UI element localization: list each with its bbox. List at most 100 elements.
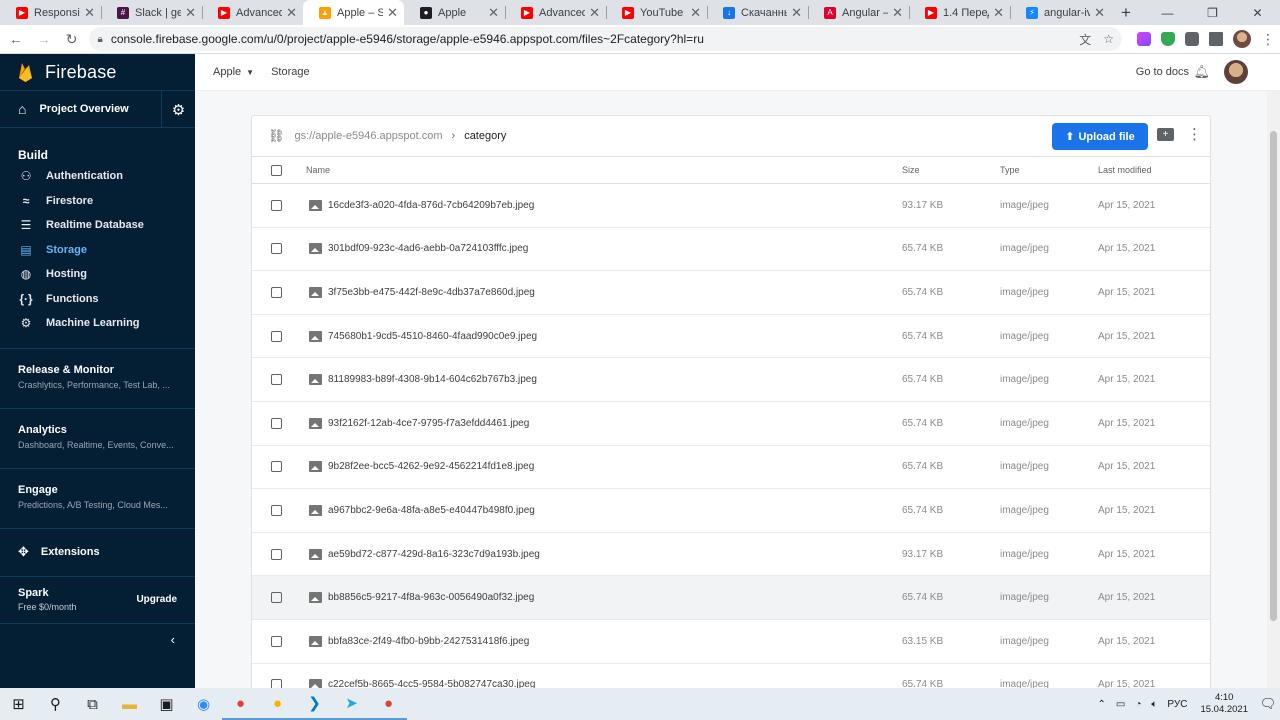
browser-tab[interactable]: ● Apple ✕ xyxy=(404,0,505,25)
sidebar-item-storage[interactable]: ▤ Storage xyxy=(18,238,177,263)
scrollbar-thumb[interactable] xyxy=(1270,131,1277,621)
volume-icon[interactable]: 🔈︎ xyxy=(1151,699,1157,710)
browser-tab[interactable]: ▲ Apple – Stor✕ xyxy=(303,0,404,25)
file-name-cell[interactable]: 3f75e3bb-e475-442f-8e9c-4db37a7e860d.jpe… xyxy=(309,286,535,298)
table-row[interactable]: 301bdf09-923c-4ad6-aebb-0a724103fffc.jpe… xyxy=(252,228,1210,272)
row-checkbox[interactable] xyxy=(271,417,282,429)
chrome-icon[interactable]: ● xyxy=(222,688,259,720)
column-modified[interactable]: Last modified xyxy=(1098,165,1152,175)
tab-close-icon[interactable]: ✕ xyxy=(286,5,297,21)
profile-avatar[interactable] xyxy=(1233,30,1252,48)
telegram-icon[interactable]: ➤ xyxy=(333,688,370,720)
search-icon[interactable]: ⚲ xyxy=(37,688,74,720)
row-checkbox[interactable] xyxy=(271,374,282,386)
network-icon[interactable]: ◔ xyxy=(1135,699,1141,710)
reload-icon[interactable]: ↻ xyxy=(60,27,84,51)
sidebar-item-authentication[interactable]: ⚇ Authentication xyxy=(18,164,177,189)
row-checkbox[interactable] xyxy=(271,635,282,647)
project-selector[interactable]: Apple ▼ xyxy=(213,66,254,78)
bookmark-star-icon[interactable]: ☆ xyxy=(1103,32,1114,46)
browser-tab[interactable]: # Slack | gener✕ xyxy=(101,0,202,25)
tab-close-icon[interactable]: ✕ xyxy=(791,5,802,21)
link-icon[interactable]: ⛓ xyxy=(268,128,285,144)
browser-tab[interactable]: ▶ Responsive А ✕ xyxy=(0,0,101,25)
browser-tab[interactable]: A Angular – Fo ✕ xyxy=(808,0,909,25)
table-row[interactable]: 3f75e3bb-e475-442f-8e9c-4db37a7e860d.jpe… xyxy=(252,271,1210,315)
tab-close-icon[interactable]: ✕ xyxy=(488,5,499,21)
new-folder-icon[interactable]: + xyxy=(1157,128,1174,141)
tab-close-icon[interactable]: ✕ xyxy=(185,5,196,21)
translate-icon[interactable]: 文 xyxy=(1079,31,1091,48)
file-name-cell[interactable]: bb8856c5-9217-4f8a-963c-0056490a0f32.jpe… xyxy=(309,592,534,604)
select-all-checkbox[interactable] xyxy=(271,164,282,176)
column-name[interactable]: Name xyxy=(306,165,330,175)
row-checkbox[interactable] xyxy=(271,330,282,342)
browser-tab[interactable]: ▶ Advanced 24✕ xyxy=(202,0,303,25)
file-name-cell[interactable]: a967bbc2-9e6a-48fa-a8e5-e40447b498f0.jpe… xyxy=(309,504,535,516)
browser-tab[interactable]: ▶ 1.4 Передач ✕ xyxy=(909,0,1010,25)
gear-icon[interactable]: ⚙ xyxy=(161,91,195,128)
maximize-icon[interactable]: ❐ xyxy=(1190,0,1235,25)
minimize-icon[interactable]: — xyxy=(1145,0,1190,25)
tray-chevron-icon[interactable]: ⌃ xyxy=(1098,699,1106,710)
tab-close-icon[interactable]: ✕ xyxy=(993,5,1004,21)
adblock-shield-icon[interactable] xyxy=(1161,32,1176,46)
sidebar-group[interactable]: Engage Predictions, A/B Testing, Cloud Me… xyxy=(0,467,195,528)
table-row[interactable]: bb8856c5-9217-4f8a-963c-0056490a0f32.jpe… xyxy=(252,576,1210,620)
file-name-cell[interactable]: 301bdf09-923c-4ad6-aebb-0a724103fffc.jpe… xyxy=(309,243,528,255)
tab-close-icon[interactable]: ✕ xyxy=(892,5,903,21)
close-window-icon[interactable]: ✕ xyxy=(1235,0,1280,25)
bucket-breadcrumb[interactable]: gs://apple-e5946.appspot.com xyxy=(295,130,443,142)
chrome-canary-icon[interactable]: ● xyxy=(259,688,296,720)
url-text[interactable]: console.firebase.google.com/u/0/project/… xyxy=(111,32,1067,46)
file-explorer-icon[interactable]: ▬ xyxy=(111,688,148,720)
extension-2-icon[interactable] xyxy=(1185,32,1200,46)
table-row[interactable]: 9b28f2ee-bcc5-4262-9e92-4562214fd1e8.jpe… xyxy=(252,446,1210,490)
table-row[interactable]: ae59bd72-c877-429d-8a16-323c7d9a193b.jpe… xyxy=(252,533,1210,577)
column-size[interactable]: Size xyxy=(902,165,920,175)
more-vert-icon[interactable]: ⋮ xyxy=(1187,125,1202,143)
file-name-cell[interactable]: bbfa83ce-2f49-4fb0-b9bb-2427531418f6.jpe… xyxy=(309,635,529,647)
table-row[interactable]: a967bbc2-9e6a-48fa-a8e5-e40447b498f0.jpe… xyxy=(252,489,1210,533)
extension-1-icon[interactable] xyxy=(1137,32,1152,46)
zoom-icon[interactable]: ◉ xyxy=(185,688,222,720)
tab-close-icon[interactable]: ✕ xyxy=(387,5,398,21)
address-bar[interactable]: 🔒︎ console.firebase.google.com/u/0/proje… xyxy=(89,27,1123,51)
firebase-logo[interactable]: Firebase xyxy=(0,54,195,91)
tab-close-icon[interactable]: ✕ xyxy=(589,5,600,21)
chrome-active-icon[interactable]: ● xyxy=(370,688,407,720)
lock-icon[interactable]: 🔒︎ xyxy=(97,34,102,45)
start-icon[interactable]: ⊞ xyxy=(0,688,37,720)
file-name-cell[interactable]: 9b28f2ee-bcc5-4262-9e92-4562214fd1e8.jpe… xyxy=(309,461,534,473)
vscode-icon[interactable]: ❯ xyxy=(296,688,333,720)
clock[interactable]: 4:10 15.04.2021 xyxy=(1200,692,1248,716)
store-icon[interactable]: ▣ xyxy=(148,688,185,720)
row-checkbox[interactable] xyxy=(271,461,282,473)
chrome-menu-icon[interactable]: ⋮ xyxy=(1261,31,1275,48)
row-checkbox[interactable] xyxy=(271,243,282,255)
file-name-cell[interactable]: 93f2162f-12ab-4ce7-9795-f7a3efdd4461.jpe… xyxy=(309,417,529,429)
browser-tab[interactable]: ▶ Advanced El✕ xyxy=(505,0,606,25)
row-checkbox[interactable] xyxy=(271,286,282,298)
sidebar-item-firestore[interactable]: ≈ Firestore xyxy=(18,189,177,214)
project-overview-link[interactable]: ⌂ Project Overview ⚙ xyxy=(0,91,195,128)
tab-close-icon[interactable]: ✕ xyxy=(1094,5,1105,21)
sidebar-group[interactable]: Release & Monitor Crashlytics, Performanc… xyxy=(0,347,195,408)
row-checkbox[interactable] xyxy=(271,592,282,604)
upload-file-button[interactable]: ⬆ Upload file xyxy=(1052,123,1148,150)
table-row[interactable]: 81189983-b89f-4308-9b14-604c62b767b3.jpe… xyxy=(252,358,1210,402)
collapse-sidebar-icon[interactable]: ‹ xyxy=(0,622,195,655)
bell-icon[interactable]: 🔔︎ xyxy=(1193,64,1210,80)
sidebar-item-functions[interactable]: {·} Functions xyxy=(18,287,177,312)
row-checkbox[interactable] xyxy=(271,199,282,211)
sidebar-item-realtime-database[interactable]: ☰ Realtime Database xyxy=(18,213,177,238)
upgrade-button[interactable]: Upgrade xyxy=(136,594,177,605)
task-view-icon[interactable]: ⧉ xyxy=(74,688,111,720)
tab-close-icon[interactable]: ✕ xyxy=(690,5,701,21)
notifications-icon[interactable]: 🗨︎ xyxy=(1256,696,1280,712)
sidebar-item-hosting[interactable]: ◍ Hosting xyxy=(18,262,177,287)
go-to-docs-link[interactable]: Go to docs xyxy=(1136,66,1189,78)
browser-tab[interactable]: ↓ Скачанные ✕ xyxy=(707,0,808,25)
row-checkbox[interactable] xyxy=(271,548,282,560)
sidebar-item-machine-learning[interactable]: ⚙ Machine Learning xyxy=(18,311,177,336)
